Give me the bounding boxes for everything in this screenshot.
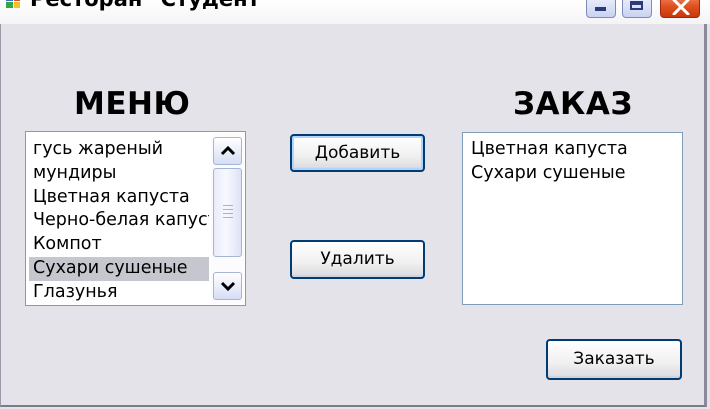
chevron-up-icon	[220, 145, 236, 156]
order-item[interactable]: Сухари сушеные	[466, 162, 682, 186]
menu-scrollbar[interactable]	[211, 133, 244, 304]
menu-items: гусь жареный мундиры Цветная капуста Чер…	[29, 138, 209, 305]
menu-item[interactable]: мундиры	[29, 162, 209, 186]
order-items: Цветная капуста Сухари сушеные	[466, 138, 682, 186]
order-heading: ЗАКАЗ	[513, 86, 633, 122]
scroll-thumb[interactable]	[213, 168, 242, 257]
menu-heading: МЕНЮ	[74, 86, 191, 122]
close-button[interactable]	[660, 0, 700, 18]
menu-item[interactable]: гусь жареный	[29, 138, 209, 162]
add-button[interactable]: Добавить	[290, 134, 425, 172]
app-icon[interactable]	[6, 0, 20, 8]
title-bar[interactable]: Ресторан "Студент"	[0, 0, 710, 24]
order-item[interactable]: Цветная капуста	[466, 138, 682, 162]
maximize-button[interactable]	[622, 0, 652, 18]
menu-item[interactable]: Черно-белая капуста	[29, 209, 209, 233]
grip-icon	[223, 205, 233, 221]
scroll-down-button[interactable]	[213, 272, 242, 300]
menu-item[interactable]: Компот	[29, 233, 209, 257]
app-window: Ресторан "Студент" МЕНЮ ЗАКАЗ гусь жарен…	[0, 0, 710, 409]
remove-button[interactable]: Удалить	[290, 240, 425, 279]
place-order-button[interactable]: Заказать	[546, 339, 682, 380]
scroll-up-button[interactable]	[213, 137, 242, 165]
chevron-down-icon	[220, 281, 236, 292]
menu-item-selected[interactable]: Сухари сушеные	[29, 256, 209, 281]
menu-item[interactable]: Глазунья	[29, 281, 209, 305]
close-icon	[672, 0, 690, 15]
order-listbox[interactable]: Цветная капуста Сухари сушеные	[462, 132, 683, 305]
window-title: Ресторан "Студент"	[30, 0, 271, 11]
menu-item[interactable]: Цветная капуста	[29, 186, 209, 210]
menu-listbox[interactable]: гусь жареный мундиры Цветная капуста Чер…	[25, 131, 246, 306]
minimize-button[interactable]	[586, 0, 616, 18]
